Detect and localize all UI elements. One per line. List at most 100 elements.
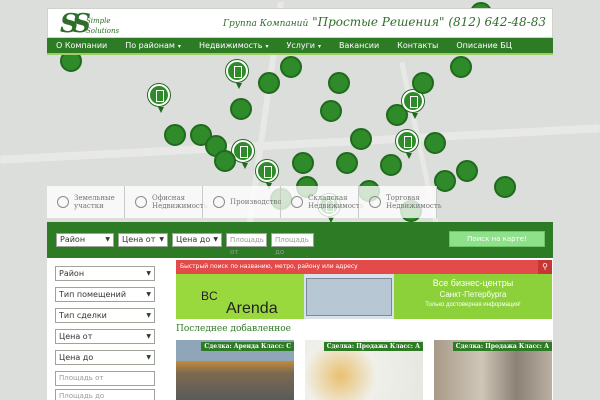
nav-label: О Компании bbox=[56, 41, 108, 50]
building-marker-icon[interactable] bbox=[256, 160, 278, 189]
sidebar-price-to-select[interactable]: Цена до ▼ bbox=[55, 350, 155, 365]
banner-line-3: Только достоверная информация! bbox=[425, 302, 521, 308]
nav-item-districts[interactable]: По районам ▾ bbox=[116, 38, 190, 53]
nav-item-services[interactable]: Услуги ▾ bbox=[277, 38, 330, 53]
input-placeholder: Быстрый поиск по названию, метро, району… bbox=[180, 263, 358, 270]
map-marker[interactable] bbox=[412, 72, 434, 94]
select-value: Цена от bbox=[59, 332, 93, 341]
map-marker[interactable] bbox=[292, 152, 314, 174]
select-value: Цена до bbox=[176, 235, 211, 244]
chevron-down-icon: ▼ bbox=[105, 236, 110, 243]
chevron-down-icon: ▼ bbox=[146, 333, 151, 340]
nav-item-realty[interactable]: Недвижимость ▾ bbox=[190, 38, 278, 53]
map-marker[interactable] bbox=[450, 56, 472, 78]
nav-item-vacancies[interactable]: Вакансии bbox=[330, 38, 388, 53]
map-marker[interactable] bbox=[214, 150, 236, 172]
map-marker[interactable] bbox=[456, 160, 478, 182]
banner-screenshot-image bbox=[306, 278, 392, 316]
listing-card[interactable]: Сделка: Аренда Класс: С bbox=[176, 340, 294, 400]
map-marker[interactable] bbox=[424, 132, 446, 154]
sidebar-price-from-select[interactable]: Цена от ▼ bbox=[55, 329, 155, 344]
map-marker[interactable] bbox=[494, 176, 516, 198]
select-value: Район bbox=[59, 269, 85, 278]
nav-label: По районам bbox=[125, 41, 175, 50]
category-land[interactable]: Земельные участки bbox=[47, 186, 125, 218]
sidebar-room-type-select[interactable]: Тип помещений ▼ bbox=[55, 287, 155, 302]
category-label: Офисная bbox=[152, 194, 186, 202]
company-prefix: Группа Компаний bbox=[222, 19, 309, 29]
category-label: Недвижимость bbox=[152, 202, 208, 210]
map-marker[interactable] bbox=[258, 72, 280, 94]
listing-card[interactable]: Сделка: Продажа Класс: А bbox=[434, 340, 552, 400]
map-search-button[interactable]: Поиск на карте! bbox=[449, 231, 545, 247]
select-value: Цена до bbox=[59, 353, 94, 362]
arenda-bc-banner[interactable]: Arenda BC Все бизнес-центры Санкт-Петербу… bbox=[176, 274, 552, 319]
sidebar-deal-type-select[interactable]: Тип сделки ▼ bbox=[55, 308, 155, 323]
logo-text-2: Solutions bbox=[86, 27, 120, 35]
map-marker[interactable] bbox=[380, 154, 402, 176]
nav-label: Услуги bbox=[286, 41, 315, 50]
chevron-down-icon: ▼ bbox=[146, 354, 151, 361]
logo-mark: SS bbox=[60, 9, 91, 39]
sidebar-area-to-input[interactable]: Площадь до bbox=[55, 389, 155, 400]
select-value: Цена от bbox=[122, 235, 156, 244]
category-label: Недвижимость bbox=[308, 202, 364, 210]
chevron-down-icon: ▾ bbox=[177, 43, 181, 50]
nav-label: Вакансии bbox=[339, 41, 380, 50]
category-label: Производство bbox=[230, 198, 282, 206]
nav-item-bc-description[interactable]: Описание БЦ bbox=[447, 38, 521, 53]
search-icon[interactable]: ⚲ bbox=[538, 260, 552, 274]
map-marker[interactable] bbox=[350, 128, 372, 150]
building-marker-icon[interactable] bbox=[148, 84, 170, 113]
banner-screenshot bbox=[304, 274, 394, 319]
map-marker[interactable] bbox=[164, 124, 186, 146]
nav-label: Описание БЦ bbox=[456, 41, 512, 50]
map-marker[interactable] bbox=[320, 100, 342, 122]
main-nav: О Компании По районам ▾ Недвижимость ▾ Усл… bbox=[47, 38, 553, 55]
warehouse-icon bbox=[291, 196, 303, 208]
latest-title: Последнее добавленное bbox=[176, 324, 292, 334]
quick-search-input[interactable]: Быстрый поиск по названию, метро, району… bbox=[176, 260, 552, 274]
main-content: Район ▼ Тип помещений ▼ Тип сделки ▼ Цена о… bbox=[47, 258, 553, 400]
logo[interactable]: SS Simple Solutions bbox=[60, 11, 120, 37]
category-label: Складская bbox=[308, 194, 348, 202]
sidebar-district-select[interactable]: Район ▼ bbox=[55, 266, 155, 281]
category-retail[interactable]: Торговая Недвижимость bbox=[359, 186, 442, 218]
building-marker-icon[interactable] bbox=[226, 60, 248, 89]
input-placeholder: Площадь до bbox=[59, 392, 105, 400]
nav-label: Контакты bbox=[397, 41, 439, 50]
land-icon bbox=[57, 196, 69, 208]
listing-card[interactable]: Сделка: Продажа Класс: А bbox=[305, 340, 423, 400]
map-marker[interactable] bbox=[336, 152, 358, 174]
listing-label: Сделка: Продажа Класс: А bbox=[323, 342, 423, 351]
district-select[interactable]: Район ▼ bbox=[56, 233, 114, 247]
map-marker[interactable] bbox=[280, 56, 302, 78]
map-marker[interactable] bbox=[328, 72, 350, 94]
nav-item-about[interactable]: О Компании bbox=[47, 38, 116, 53]
category-production[interactable]: Производство bbox=[203, 186, 282, 218]
map-marker[interactable] bbox=[230, 98, 252, 120]
building-marker-icon[interactable] bbox=[396, 130, 418, 159]
phone-number[interactable]: (812) 642-48-83 bbox=[448, 15, 546, 29]
chevron-down-icon: ▼ bbox=[159, 236, 164, 243]
listing-label: Сделка: Продажа Класс: А bbox=[452, 342, 552, 351]
area-from-input[interactable]: Площадь от bbox=[226, 233, 267, 256]
price-from-select[interactable]: Цена от ▼ bbox=[118, 233, 168, 247]
chevron-down-icon: ▼ bbox=[213, 236, 218, 243]
nav-item-contacts[interactable]: Контакты bbox=[388, 38, 447, 53]
chevron-down-icon: ▾ bbox=[317, 43, 321, 50]
category-warehouse[interactable]: Складская Недвижимость bbox=[281, 186, 364, 218]
sidebar-area-from-input[interactable]: Площадь от bbox=[55, 371, 155, 386]
logo-text-1: Simple bbox=[86, 17, 111, 25]
nav-label: Недвижимость bbox=[198, 41, 263, 50]
category-office[interactable]: Офисная Недвижимость bbox=[125, 186, 208, 218]
select-value: Тип помещений bbox=[59, 290, 127, 299]
area-to-input[interactable]: Площадь до bbox=[271, 233, 314, 256]
map-marker[interactable] bbox=[434, 170, 456, 192]
input-placeholder: Площадь до bbox=[275, 236, 309, 256]
category-label: Торговая bbox=[386, 194, 420, 202]
office-icon bbox=[135, 196, 147, 208]
input-placeholder: Площадь от bbox=[230, 236, 264, 256]
price-to-select[interactable]: Цена до ▼ bbox=[172, 233, 222, 247]
category-label: Земельные bbox=[74, 194, 115, 202]
